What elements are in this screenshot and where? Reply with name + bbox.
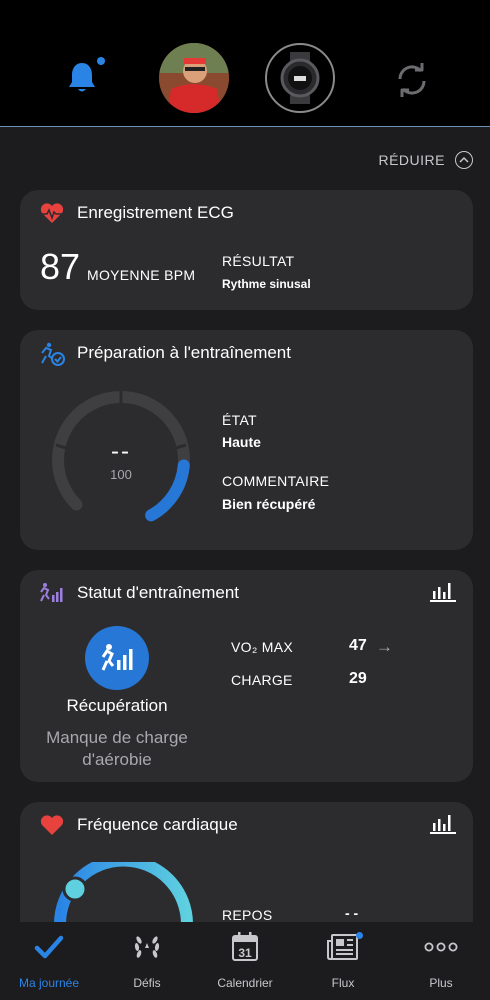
reduce-button[interactable]: RÉDUIRE — [378, 151, 473, 169]
readiness-value: -- — [111, 438, 131, 465]
recovery-status-icon — [85, 626, 149, 690]
watch-icon[interactable] — [265, 43, 335, 113]
arrow-right-icon: → — [376, 637, 393, 656]
ecg-result-value: Rythme sinusal — [222, 277, 311, 291]
heart-rate-gauge — [54, 862, 193, 924]
rest-value: - - — [345, 905, 359, 921]
load-label: CHARGE — [231, 672, 293, 688]
comment-value: Bien récupéré — [222, 496, 316, 512]
tab-label: Défis — [133, 976, 161, 990]
ecg-value: 87 — [40, 246, 81, 287]
readiness-max: 100 — [110, 467, 132, 482]
more-icon — [392, 930, 490, 964]
runner-check-icon — [39, 342, 65, 366]
load-value: 29 — [349, 670, 367, 687]
tab-challenges[interactable]: Défis — [98, 930, 196, 994]
top-bar — [0, 0, 490, 127]
ecg-unit: MOYENNE BPM — [87, 267, 196, 283]
chevron-up-icon — [455, 151, 473, 169]
notification-dot — [97, 57, 105, 65]
ecg-result-label: RÉSULTAT — [222, 253, 295, 269]
heart-icon — [39, 814, 65, 838]
tab-more[interactable]: Plus — [392, 930, 490, 994]
vo2max-label: VO₂ MAX — [231, 639, 293, 655]
rest-label: REPOS — [222, 907, 273, 923]
tab-label: Plus — [429, 976, 453, 990]
newspaper-icon — [294, 930, 392, 964]
tab-feed[interactable]: Flux — [294, 930, 392, 994]
training-status-value: Récupération — [66, 696, 168, 715]
ecg-title: Enregistrement ECG — [77, 203, 234, 222]
tab-bar: Ma journée Défis 31 Calendrier Flux Plus — [0, 922, 490, 1000]
bar-chart-icon[interactable] — [430, 581, 456, 603]
reduce-label: RÉDUIRE — [378, 152, 445, 168]
bell-icon[interactable] — [62, 58, 102, 98]
calendar-day: 31 — [238, 946, 252, 960]
feed-notification-dot — [356, 932, 363, 939]
status-bar-icons — [356, 0, 452, 4]
laurel-icon — [98, 930, 196, 964]
status-bar-time — [52, 0, 127, 4]
tab-label: Flux — [331, 976, 355, 990]
bar-chart-icon[interactable] — [430, 813, 456, 835]
training-readiness-card[interactable]: Préparation à l'entraînement -- 100 ÉTAT… — [20, 330, 473, 550]
avatar[interactable] — [159, 43, 229, 113]
training-status-note: Manque de charge d'aérobie — [46, 728, 188, 769]
state-value: Haute — [222, 434, 261, 450]
comment-label: COMMENTAIRE — [222, 473, 330, 489]
training-status-icon — [39, 582, 65, 606]
tab-label: Ma journée — [18, 976, 80, 990]
ecg-card[interactable]: Enregistrement ECG 87 MOYENNE BPM RÉSULT… — [20, 190, 473, 310]
check-icon — [0, 930, 98, 964]
training-readiness-title: Préparation à l'entraînement — [77, 343, 291, 362]
tab-calendar[interactable]: 31 Calendrier — [196, 930, 294, 994]
training-status-title: Statut d'entraînement — [77, 583, 240, 602]
training-status-card[interactable]: Statut d'entraînement Récupération Manqu… — [20, 570, 473, 782]
state-label: ÉTAT — [222, 412, 257, 428]
heart-ecg-icon — [39, 202, 65, 226]
heart-rate-title: Fréquence cardiaque — [77, 815, 238, 834]
sync-icon[interactable] — [392, 60, 432, 100]
calendar-icon: 31 — [196, 930, 294, 964]
tab-my-day[interactable]: Ma journée — [0, 930, 98, 994]
tab-label: Calendrier — [217, 976, 273, 990]
vo2max-value: 47 — [349, 637, 367, 654]
